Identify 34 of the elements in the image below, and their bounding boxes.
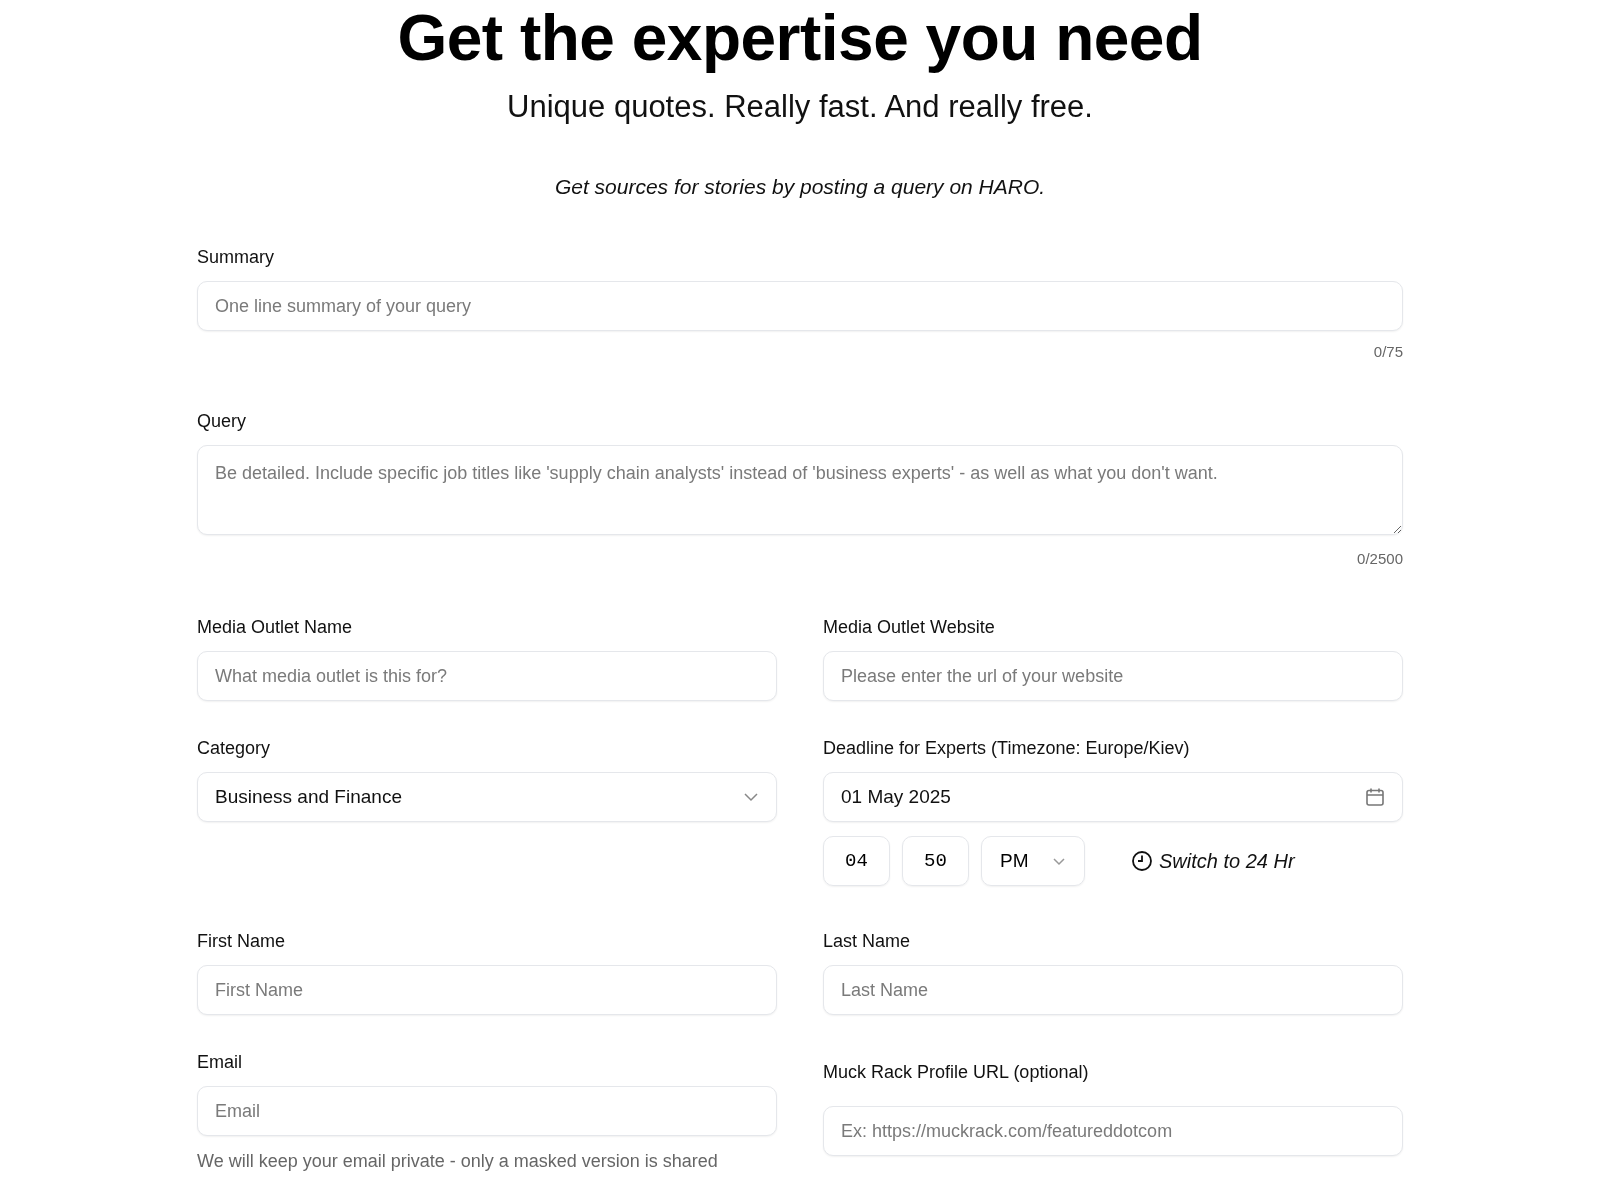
media-outlet-website-field[interactable]: Please enter the url of your website xyxy=(823,651,1403,701)
field-label: Deadline for Experts (Timezone: Europe/Kiev) xyxy=(823,737,1191,760)
helper-text: We will keep your email private - only a masked version is shared xyxy=(197,1150,719,1173)
email-field[interactable]: Email xyxy=(197,1086,777,1136)
page-title: Get the expertise you need xyxy=(396,2,1204,74)
chevron-down-icon xyxy=(1052,856,1066,866)
field-label: Query xyxy=(197,409,248,433)
minute-field[interactable]: 50 xyxy=(902,836,969,886)
subtitle: Unique quotes. Really fast. And really free. xyxy=(506,88,1094,126)
media-outlet-name-field[interactable]: What media outlet is this for? xyxy=(197,651,777,701)
field-label: Category xyxy=(197,737,272,760)
field-label: First Name xyxy=(197,930,286,953)
intro-text: Get sources for stories by posting a query on HARO. xyxy=(553,173,1047,200)
muck-rack-url-field[interactable]: Ex: https://muckrack.com/featureddotcom xyxy=(823,1106,1403,1156)
field-label: Email xyxy=(197,1051,243,1074)
field-label: Last Name xyxy=(823,930,912,953)
field-label: Media Outlet Website xyxy=(823,616,996,639)
date-field[interactable]: 01 May 2025 xyxy=(823,772,1403,822)
field-label: Media Outlet Name xyxy=(197,616,354,639)
last-name-field[interactable]: Last Name xyxy=(823,965,1403,1015)
query-field[interactable]: Be detailed. Include specific job titles like 'supply chain analysts' instead of 'business experts' - as well as what you don't want. xyxy=(197,444,1403,535)
switch-24-hour-button[interactable]: Switch to 24 Hr xyxy=(1131,846,1295,876)
summary-field[interactable]: One line summary of your query xyxy=(197,281,1403,331)
period-select[interactable]: PM xyxy=(981,836,1085,886)
clock-icon xyxy=(1131,850,1153,872)
first-name-field[interactable]: First Name xyxy=(197,965,777,1015)
field-label: Muck Rack Profile URL (optional) xyxy=(823,1061,1090,1084)
category-select[interactable]: Business and Finance xyxy=(197,772,777,822)
field-label: Summary xyxy=(197,246,275,269)
chevron-down-icon xyxy=(743,792,759,802)
character-counter: 0/2500 xyxy=(1357,548,1403,569)
calendar-icon xyxy=(1365,787,1385,807)
hour-field[interactable]: 04 xyxy=(823,836,890,886)
character-counter: 0/75 xyxy=(1373,342,1403,362)
